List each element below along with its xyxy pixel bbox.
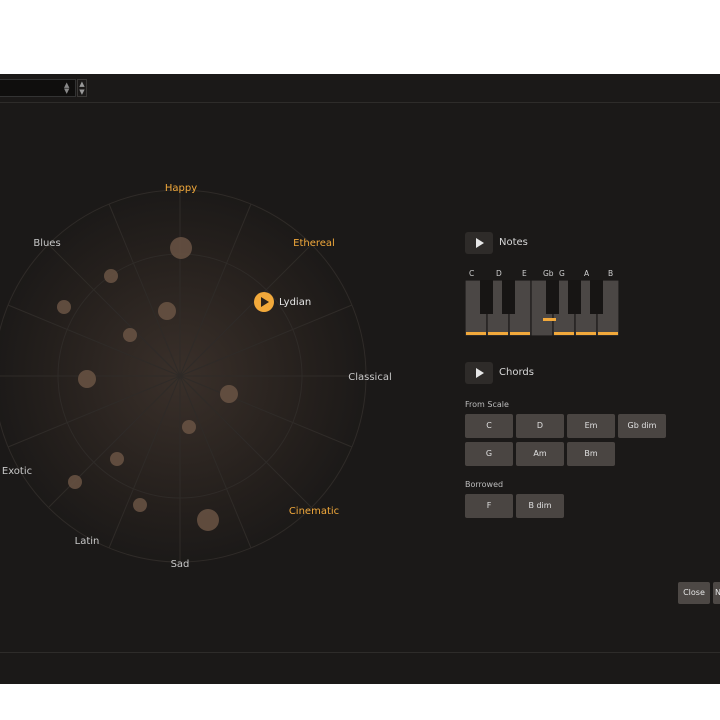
dialog-window: ▲ ▼ ▲ ▼ Lydian Happy Ethereal Classical …	[0, 74, 720, 684]
mood-label-happy: Happy	[165, 183, 197, 194]
mood-wheel: Lydian Happy Ethereal Classical Cinematic Sa…	[0, 183, 392, 570]
chord-button[interactable]: Bm	[567, 442, 615, 466]
mood-label-blues: Blues	[33, 238, 60, 249]
scale-dot[interactable]	[197, 509, 219, 531]
borrowed-label: Borrowed	[465, 480, 504, 489]
notes-title: Notes	[499, 237, 528, 248]
chords-title: Chords	[499, 367, 534, 378]
chord-button[interactable]: B dim	[516, 494, 564, 518]
chord-button[interactable]: Am	[516, 442, 564, 466]
mood-label-classical: Classical	[348, 372, 392, 383]
play-icon	[476, 368, 484, 378]
key-highlight-a	[576, 332, 596, 335]
scale-dot[interactable]	[182, 420, 196, 434]
black-key-ab[interactable]	[568, 280, 581, 314]
key-highlight-g	[554, 332, 574, 335]
scale-dot[interactable]	[104, 269, 118, 283]
key-highlight-e	[510, 332, 530, 335]
chord-button[interactable]: G	[465, 442, 513, 466]
scale-dot[interactable]	[68, 475, 82, 489]
chord-button[interactable]: Em	[567, 414, 615, 438]
scale-dot[interactable]	[57, 300, 71, 314]
mood-label-cinematic: Cinematic	[289, 506, 339, 517]
mood-label-latin: Latin	[75, 536, 100, 547]
black-key-gb[interactable]	[546, 280, 559, 314]
piano-keyboard	[465, 280, 620, 336]
chords-play-button[interactable]	[465, 362, 493, 384]
next-button[interactable]: N	[713, 582, 720, 604]
mood-label-exotic: Exotic	[2, 466, 32, 477]
note-label: C	[469, 269, 475, 278]
from-scale-label: From Scale	[465, 400, 509, 409]
note-label: D	[496, 269, 502, 278]
key-highlight-b	[598, 332, 618, 335]
close-button[interactable]: Close	[678, 582, 710, 604]
chord-button[interactable]: D	[516, 414, 564, 438]
black-key-db[interactable]	[480, 280, 493, 314]
key-highlight-c	[466, 332, 486, 335]
scale-dot[interactable]	[123, 328, 137, 342]
scale-dot[interactable]	[170, 237, 192, 259]
scale-dot[interactable]	[220, 385, 238, 403]
chord-button[interactable]: F	[465, 494, 513, 518]
play-icon	[476, 238, 484, 248]
notes-play-button[interactable]	[465, 232, 493, 254]
note-label: G	[559, 269, 565, 278]
scale-dot[interactable]	[110, 452, 124, 466]
chord-button[interactable]: C	[465, 414, 513, 438]
scale-dot[interactable]	[133, 498, 147, 512]
scale-dot[interactable]	[158, 302, 176, 320]
black-key-bb[interactable]	[590, 280, 603, 314]
note-label: E	[522, 269, 527, 278]
note-label: A	[584, 269, 590, 278]
chord-button[interactable]: Gb dim	[618, 414, 666, 438]
note-label: Gb	[543, 269, 554, 278]
key-highlight-d	[488, 332, 508, 335]
scale-dot[interactable]	[78, 370, 96, 388]
note-label: B	[608, 269, 614, 278]
bottom-bar	[0, 652, 720, 685]
selected-scale-label: Lydian	[279, 297, 311, 308]
mood-label-sad: Sad	[171, 559, 190, 570]
mood-label-ethereal: Ethereal	[293, 238, 335, 249]
key-highlight-gb	[543, 318, 556, 321]
black-key-eb[interactable]	[502, 280, 515, 314]
